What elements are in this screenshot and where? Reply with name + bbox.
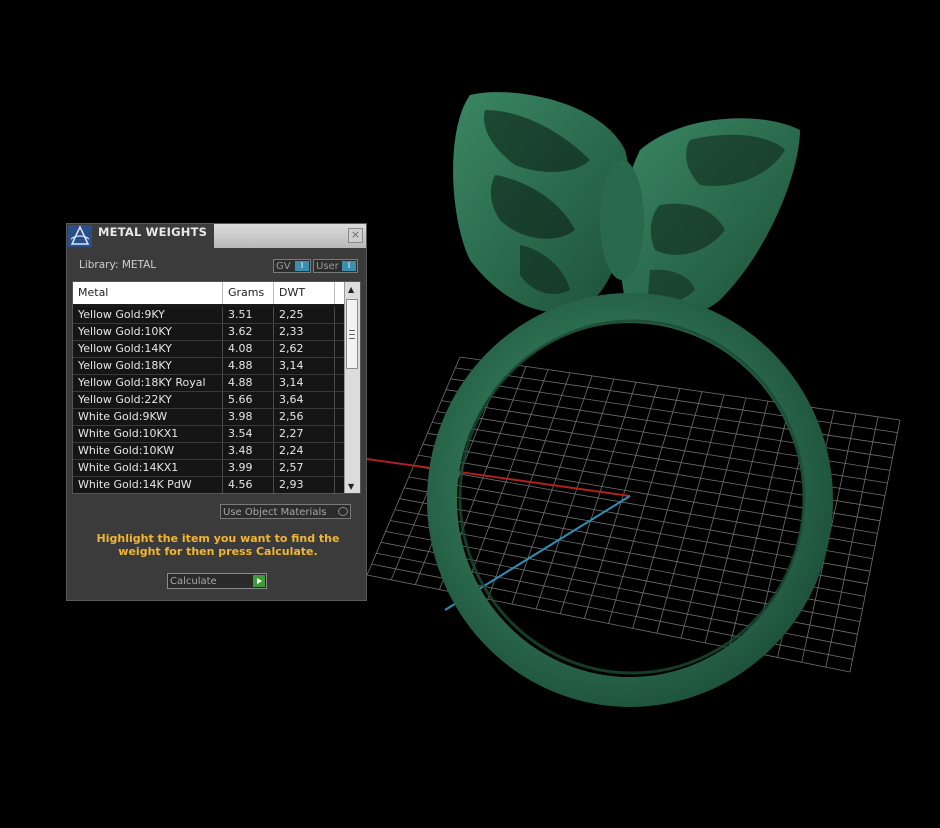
cell-metal: Yellow Gold:9KY: [73, 307, 223, 323]
cell-grams: 4.08: [223, 341, 274, 357]
cell-grams: 3.98: [223, 409, 274, 425]
use-object-materials-label: Use Object Materials: [223, 507, 327, 518]
table-row[interactable]: White Gold:10KW 3.48 2,24: [73, 443, 346, 460]
ring-model[interactable]: [427, 92, 833, 707]
gv-library-button[interactable]: GV I: [273, 259, 311, 273]
cell-dwt: 2,93: [274, 477, 335, 493]
table-body: Yellow Gold:9KY 3.51 2,25 Yellow Gold:10KY 3…: [73, 307, 346, 493]
cell-metal: White Gold:14KX1: [73, 460, 223, 476]
grid-line: [849, 419, 901, 673]
cell-dwt: 2,62: [274, 341, 335, 357]
radio-indicator-icon: [338, 507, 348, 516]
close-icon: ×: [350, 228, 361, 241]
table-row[interactable]: Yellow Gold:18KY 4.88 3,14: [73, 358, 346, 375]
table-header: Metal Grams DWT: [73, 282, 346, 304]
scroll-down-icon[interactable]: ▼: [348, 482, 354, 491]
cell-dwt: 2,56: [274, 409, 335, 425]
cell-metal: White Gold:10KX1: [73, 426, 223, 442]
grid-line: [825, 416, 879, 668]
calculate-button[interactable]: Calculate: [167, 573, 267, 589]
cell-grams: 3.48: [223, 443, 274, 459]
panel-titlebar[interactable]: METAL WEIGHTS ×: [67, 224, 366, 248]
cell-metal: White Gold:14K PdW: [73, 477, 223, 493]
x-axis-line: [366, 458, 631, 497]
table-row[interactable]: White Gold:10KX1 3.54 2,27: [73, 426, 346, 443]
table-row[interactable]: Yellow Gold:9KY 3.51 2,25: [73, 307, 346, 324]
cell-dwt: 2,33: [274, 324, 335, 340]
table-row[interactable]: White Gold:14KX1 3.99 2,57: [73, 460, 346, 477]
table-row[interactable]: Yellow Gold:18KY Royal 4.88 3,14: [73, 375, 346, 392]
cell-dwt: 2,57: [274, 460, 335, 476]
table-row[interactable]: Yellow Gold:22KY 5.66 3,64: [73, 392, 346, 409]
gv-label: GV: [276, 261, 291, 272]
table-row[interactable]: Yellow Gold:14KY 4.08 2,62: [73, 341, 346, 358]
cell-grams: 4.56: [223, 477, 274, 493]
table-row[interactable]: White Gold:14K PdW 4.56 2,93: [73, 477, 346, 493]
column-header-metal[interactable]: Metal: [73, 282, 223, 304]
play-icon: [253, 575, 265, 587]
table-row[interactable]: White Gold:9KW 3.98 2,56: [73, 409, 346, 426]
cell-dwt: 3,14: [274, 375, 335, 391]
scroll-thumb[interactable]: [346, 299, 358, 369]
metal-weights-panel: METAL WEIGHTS × Library: METAL GV I User…: [66, 223, 367, 601]
cell-dwt: 2,25: [274, 307, 335, 323]
cell-grams: 4.88: [223, 375, 274, 391]
use-object-materials-checkbox[interactable]: Use Object Materials: [220, 504, 351, 519]
scroll-up-icon[interactable]: ▲: [348, 285, 354, 294]
cell-metal: Yellow Gold:14KY: [73, 341, 223, 357]
cell-dwt: 3,14: [274, 358, 335, 374]
cell-metal: Yellow Gold:10KY: [73, 324, 223, 340]
cell-dwt: 2,24: [274, 443, 335, 459]
cell-dwt: 2,27: [274, 426, 335, 442]
cell-grams: 4.88: [223, 358, 274, 374]
cell-grams: 5.66: [223, 392, 274, 408]
gv-toggle-icon: I: [295, 261, 309, 271]
column-header-grams[interactable]: Grams: [223, 282, 274, 304]
user-library-button[interactable]: User I: [313, 259, 358, 273]
cell-grams: 3.51: [223, 307, 274, 323]
cell-dwt: 3,64: [274, 392, 335, 408]
instruction-text: Highlight the item you want to find the …: [96, 532, 340, 558]
scroll-grip-icon: [349, 330, 355, 339]
cell-metal: Yellow Gold:18KY: [73, 358, 223, 374]
cell-metal: Yellow Gold:22KY: [73, 392, 223, 408]
calculate-label: Calculate: [170, 576, 217, 587]
table-scrollbar[interactable]: ▲ ▼: [344, 282, 360, 493]
cell-metal: White Gold:10KW: [73, 443, 223, 459]
user-label: User: [316, 261, 339, 272]
butterfly-wings: [453, 92, 800, 317]
cell-grams: 3.54: [223, 426, 274, 442]
cell-grams: 3.99: [223, 460, 274, 476]
panel-title: METAL WEIGHTS: [98, 225, 208, 239]
metal-table[interactable]: Metal Grams DWT Yellow Gold:9KY 3.51 2,25 Y…: [72, 281, 361, 494]
cell-metal: White Gold:9KW: [73, 409, 223, 425]
library-label: Library: METAL: [79, 259, 157, 271]
cell-grams: 3.62: [223, 324, 274, 340]
user-toggle-icon: I: [342, 261, 356, 271]
close-button[interactable]: ×: [348, 228, 363, 243]
column-header-dwt[interactable]: DWT: [274, 282, 335, 304]
table-row[interactable]: Yellow Gold:10KY 3.62 2,33: [73, 324, 346, 341]
app-logo-icon: [68, 225, 92, 247]
cell-metal: Yellow Gold:18KY Royal: [73, 375, 223, 391]
